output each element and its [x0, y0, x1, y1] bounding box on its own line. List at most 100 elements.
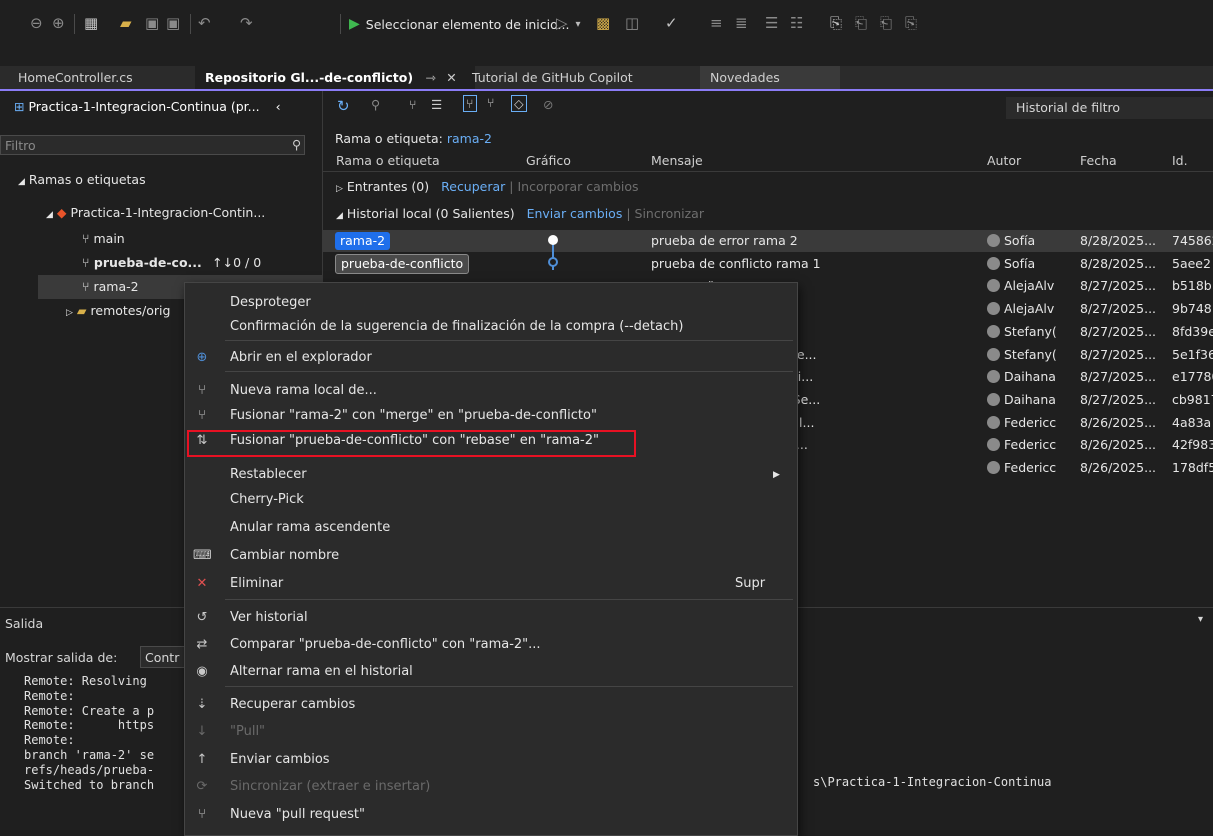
pin-icon[interactable]: ⇾ [425, 70, 435, 85]
commit-author: Sofía [987, 230, 1077, 252]
column-header-branch[interactable]: Rama o etiqueta [336, 153, 440, 168]
commit-id: 42f983 [1172, 434, 1213, 456]
tag-icon[interactable]: ◇ [511, 95, 527, 112]
chevron-left-icon[interactable]: ‹ [276, 99, 281, 114]
commit-author: Sofía [987, 253, 1077, 275]
branch-tag[interactable]: rama-2 [335, 230, 391, 252]
tab-news[interactable]: Novedades [700, 66, 840, 89]
branch-tag[interactable]: prueba-de-conflicto [335, 253, 470, 275]
column-header-message[interactable]: Mensaje [651, 153, 703, 168]
back-icon[interactable]: ⊖ [30, 14, 43, 32]
menu-item-abrir-en-el-explorador[interactable]: ⊕ Abrir en el explorador [185, 346, 797, 370]
spellcheck-icon[interactable]: ✓ [665, 14, 678, 32]
column-header-date[interactable]: Fecha [1080, 153, 1117, 168]
output-source-select[interactable]: Contr [140, 646, 188, 668]
tab-label: Novedades [710, 70, 780, 85]
show-branches-icon[interactable]: ⑂ [463, 95, 477, 112]
prev-bookmark-icon[interactable]: ⎗ [855, 14, 867, 32]
commit-id-text: 745862 [1172, 233, 1213, 248]
commit-row[interactable]: prueba-de-conflicto prueba de conflicto r… [323, 253, 1213, 275]
filter-input[interactable]: Filtro [0, 135, 305, 155]
remotes-node[interactable]: ▷ ▰ remotes/orig [66, 303, 170, 318]
new-project-icon[interactable]: ▦ [84, 14, 98, 32]
output-line: Remote: [24, 733, 75, 748]
column-header-graph[interactable]: Gráfico [526, 153, 571, 168]
menu-item-alternar-rama-en-el-historial[interactable]: ◉ Alternar rama en el historial [185, 660, 797, 684]
clear-bookmarks-icon[interactable]: ⎘ [905, 14, 917, 32]
menu-item-nueva-pull-request[interactable]: ⑂ Nueva "pull request" [185, 803, 797, 827]
branch-prueba-de-conflicto[interactable]: ⑂ prueba-de-co... ↑↓0 / 0 [82, 255, 261, 270]
merge-icon: ⑂ [198, 408, 206, 423]
window-layout-icon[interactable]: ◫ [625, 14, 639, 32]
save-icon[interactable]: ▣ [145, 14, 159, 32]
fetch-link[interactable]: Recuperar [441, 179, 505, 194]
show-remote-icon[interactable]: ⑂ [487, 95, 495, 110]
next-bookmark-icon[interactable]: ⎗ [880, 14, 892, 32]
branches-section[interactable]: ◢ Ramas o etiquetas [18, 172, 146, 187]
search-commit-icon[interactable]: ⚲ [371, 97, 380, 112]
menu-item-confirmación-de-la-sugerencia-de-finaliz[interactable]: Confirmación de la sugerencia de finaliz… [185, 315, 797, 339]
menu-item-eliminar[interactable]: ✕ Eliminar Supr [185, 572, 797, 596]
avatar [987, 234, 1000, 247]
play-outline-icon[interactable]: ▷ [556, 14, 568, 32]
document-tabs: HomeController.cs Repositorio Gl...-de-c… [0, 66, 1213, 91]
menu-item-anular-rama-ascendente[interactable]: Anular rama ascendente [185, 516, 797, 540]
comment-icon[interactable]: ≡ [710, 14, 723, 32]
menu-item-cambiar-nombre[interactable]: ⌨ Cambiar nombre [185, 544, 797, 568]
redo-icon[interactable]: ↷ [240, 14, 253, 32]
save-all-icon[interactable]: ▣ [166, 14, 180, 32]
open-folder-icon[interactable]: ▰ [120, 14, 132, 32]
hide-icon[interactable]: ⊘ [543, 97, 553, 112]
menu-item-comparar-prueba-de-conflicto-con-rama-2[interactable]: ⇄ Comparar "prueba-de-conflicto" con "ram… [185, 633, 797, 657]
menu-item-recuperar-cambios[interactable]: ⇣ Recuperar cambios [185, 693, 797, 717]
branch-icon: ⑂ [82, 279, 90, 294]
branch-value-link[interactable]: rama-2 [447, 131, 492, 146]
menu-item-restablecer[interactable]: Restablecer ▶ [185, 463, 797, 487]
panel-menu-icon[interactable]: ▾ [1198, 614, 1203, 625]
refresh-icon[interactable]: ↻ [337, 97, 350, 115]
column-header-author[interactable]: Autor [987, 153, 1021, 168]
indent-icon[interactable]: ☰ [765, 14, 778, 32]
repo-title[interactable]: ⊞ Practica-1-Integracion-Continua (pr...… [14, 99, 281, 114]
menu-item-fusionar-rama-2-con-merge-en-prueba-de-c[interactable]: ⑂ Fusionar "rama-2" con "merge" en "prueb… [185, 404, 797, 428]
solution-explorer-icon[interactable]: ▩ [596, 14, 610, 32]
undo-icon[interactable]: ↶ [198, 14, 211, 32]
sync-link[interactable]: Sincronizar [635, 206, 704, 221]
pull-link[interactable]: Incorporar cambios [517, 179, 638, 194]
forward-icon[interactable]: ⊕ [52, 14, 65, 32]
menu-item-pull[interactable]: ↓ "Pull" [185, 720, 797, 744]
commit-author: Stefany( [987, 344, 1077, 366]
show-output-label: Mostrar salida de: [5, 650, 118, 665]
collapse-arrow-icon: ▷ [66, 308, 73, 318]
push-link[interactable]: Enviar cambios [527, 206, 623, 221]
history-icon: ↺ [196, 610, 208, 625]
pull-request-icon: ⑂ [198, 807, 206, 822]
menu-item-cherry-pick[interactable]: Cherry-Pick [185, 488, 797, 512]
search-icon[interactable]: ⚲ [292, 137, 301, 152]
commit-id: 9b748 [1172, 298, 1213, 320]
commit-row[interactable]: rama-2 prueba de error rama 2 Sofía 8/28/20… [323, 230, 1213, 252]
outdent-icon[interactable]: ☷ [790, 14, 803, 32]
menu-item-desproteger[interactable]: Desproteger [185, 291, 797, 315]
compare-icon: ⇄ [196, 637, 208, 652]
menu-item-ver-historial[interactable]: ↺ Ver historial [185, 606, 797, 630]
menu-item-nueva-rama-local-de[interactable]: ⑂ Nueva rama local de... [185, 379, 797, 403]
commit-message: prueba de conflicto rama 1 [651, 253, 971, 275]
filter-history-input[interactable]: Historial de filtro [1006, 97, 1213, 119]
bookmark-icon[interactable]: ⎘ [830, 14, 842, 32]
list-icon[interactable]: ☰ [431, 97, 442, 112]
menu-item-sincronizar-extraer-e-insertar[interactable]: ⟳ Sincronizar (extraer e insertar) [185, 775, 797, 799]
tab-homecontroller[interactable]: HomeController.cs [8, 66, 208, 89]
column-header-id[interactable]: Id. [1172, 153, 1188, 168]
uncomment-icon[interactable]: ≣ [735, 14, 748, 32]
repo-node[interactable]: ◢ ◆ Practica-1-Integracion-Contin... [46, 205, 265, 220]
tab-repository[interactable]: Repositorio Gl...-de-conflicto) ⇾ ✕ [195, 66, 475, 89]
start-item-button[interactable]: ▶ Seleccionar elemento de inicio... ▾ [349, 12, 581, 36]
close-icon[interactable]: ✕ [446, 70, 456, 85]
branch-graph-icon[interactable]: ⑂ [409, 97, 417, 112]
commit-date-text: 8/27/2025... [1080, 391, 1157, 407]
menu-item-enviar-cambios[interactable]: ↑ Enviar cambios [185, 748, 797, 772]
branch-main[interactable]: ⑂ main [82, 231, 125, 246]
tab-copilot-tutorial[interactable]: Tutorial de GitHub Copilot [462, 66, 702, 89]
branch-rama-2[interactable]: ⑂ rama-2 [82, 279, 139, 294]
